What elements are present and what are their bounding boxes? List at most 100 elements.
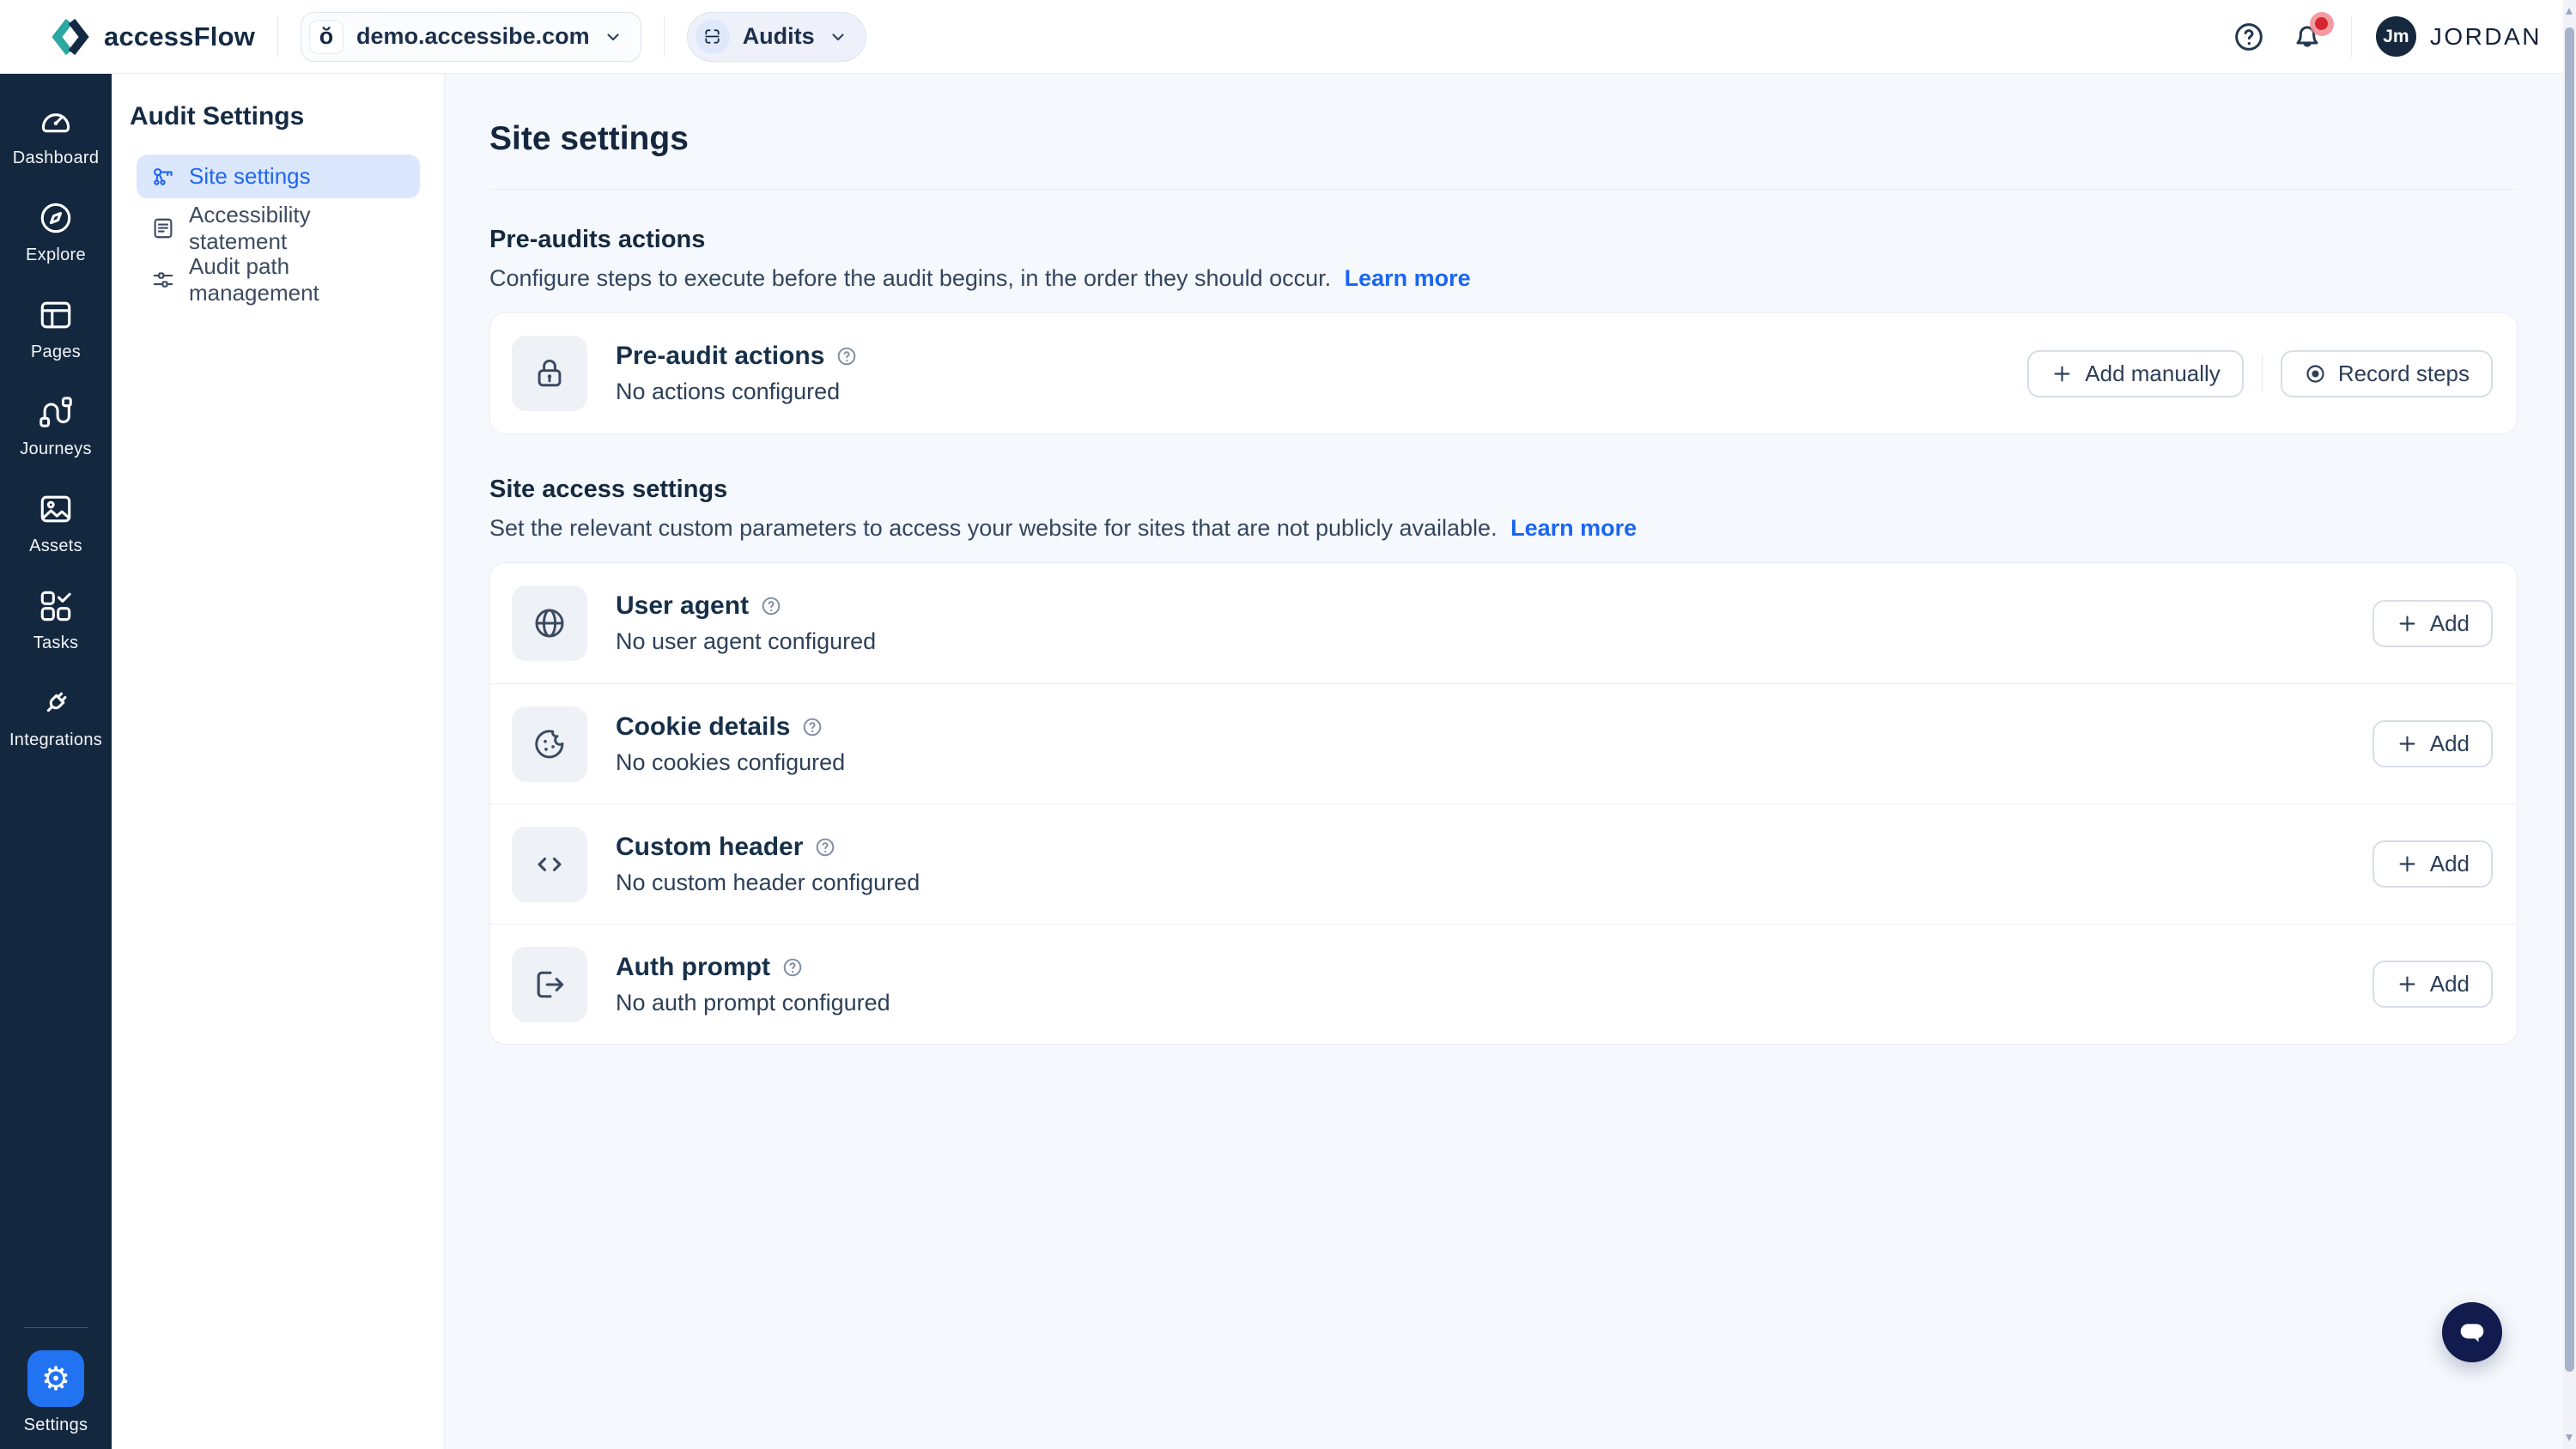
primary-sidebar: Dashboard Explore Pages Journeys [0, 74, 112, 1449]
button-label: Record steps [2338, 361, 2470, 387]
add-manually-button[interactable]: Add manually [2027, 350, 2244, 397]
scrollbar-up-arrow[interactable] [2566, 8, 2573, 15]
dashboard-gauge-icon [36, 101, 76, 141]
site-selector-value: demo.accessibe.com [356, 23, 590, 50]
pre-audits-section-description: Configure steps to execute before the au… [489, 265, 2518, 292]
add-user-agent-button[interactable]: Add [2372, 600, 2493, 647]
button-label: Add [2430, 851, 2470, 877]
settings-button[interactable]: ⚙ [27, 1350, 84, 1407]
panel-nav: Site settings Accessibility statement Au… [130, 155, 420, 301]
description-text: Set the relevant custom parameters to ac… [489, 515, 1498, 541]
button-label: Add [2430, 610, 2470, 637]
subnav-item-label: Site settings [189, 163, 311, 190]
auth-exit-icon [512, 947, 587, 1022]
sidebar-item-label: Pages [31, 343, 81, 362]
plus-icon [2050, 362, 2074, 385]
scrollbar-down-arrow[interactable] [2566, 1434, 2573, 1441]
site-access-card: User agent No user agent configured Add [489, 562, 2518, 1045]
sidebar-item-label: Integrations [9, 731, 102, 750]
sidebar-item-integrations[interactable]: Integrations [0, 683, 112, 750]
user-name[interactable]: JORDAN [2430, 23, 2542, 51]
add-cookie-button[interactable]: Add [2372, 720, 2493, 767]
auth-prompt-row: Auth prompt No auth prompt configured Ad… [490, 924, 2517, 1044]
subnav-item-site-settings[interactable]: Site settings [137, 155, 420, 198]
sliders-icon [150, 267, 176, 293]
pages-layout-icon [36, 295, 76, 335]
site-favicon: ŏ [309, 20, 343, 54]
sidebar-item-pages[interactable]: Pages [0, 295, 112, 362]
record-steps-button[interactable]: Record steps [2281, 350, 2493, 397]
sidebar-item-assets[interactable]: Assets [0, 489, 112, 556]
sidebar-item-label: Tasks [33, 634, 79, 653]
help-icon[interactable] [760, 595, 782, 617]
button-label: Add [2430, 971, 2470, 997]
button-label: Add [2430, 731, 2470, 757]
plus-icon [2396, 973, 2419, 996]
sidebar-item-dashboard[interactable]: Dashboard [0, 101, 112, 168]
add-auth-prompt-button[interactable]: Add [2372, 961, 2493, 1008]
panel-title: Audit Settings [130, 102, 420, 131]
help-icon[interactable] [781, 956, 804, 979]
top-bar: accessFlow ŏ demo.accessibe.com Audits [0, 0, 2576, 74]
plus-icon [2396, 852, 2419, 876]
tasks-check-icon [36, 586, 76, 626]
row-status: No custom header configured [616, 870, 920, 896]
sidebar-item-journeys[interactable]: Journeys [0, 392, 112, 459]
help-circle-icon [2232, 20, 2266, 54]
brand-name: accessFlow [104, 21, 255, 52]
avatar[interactable]: Jm [2376, 16, 2416, 57]
section-selector-dropdown[interactable]: Audits [687, 12, 866, 62]
learn-more-link[interactable]: Learn more [1345, 265, 1471, 291]
help-icon[interactable] [801, 716, 823, 738]
help-icon[interactable] [835, 345, 858, 367]
code-icon [512, 827, 587, 902]
lock-icon [512, 336, 587, 411]
row-actions: Add manually Record steps [2027, 350, 2493, 397]
pre-audit-actions-card: Pre-audit actions No actions configured [489, 312, 2518, 434]
sidebar-item-label: Explore [26, 246, 86, 265]
subnav-item-label: Audit path management [189, 253, 406, 306]
scrollbar-thumb[interactable] [2565, 27, 2574, 1372]
subnav-item-audit-path-management[interactable]: Audit path management [137, 258, 420, 301]
subnav-item-accessibility-statement[interactable]: Accessibility statement [137, 206, 420, 250]
divider [664, 16, 665, 58]
sidebar-item-explore[interactable]: Explore [0, 198, 112, 265]
sidebar-bottom: ⚙ Settings [0, 1327, 112, 1449]
accessflow-logo-icon [48, 15, 93, 59]
help-icon[interactable] [814, 836, 836, 858]
row-title: Auth prompt [616, 953, 770, 982]
sidebar-item-label[interactable]: Settings [24, 1416, 88, 1435]
sidebar-item-tasks[interactable]: Tasks [0, 586, 112, 653]
row-status: No cookies configured [616, 749, 845, 776]
sidebar-item-label: Assets [29, 537, 82, 556]
divider [277, 16, 278, 58]
chevron-down-icon [603, 27, 623, 47]
add-custom-header-button[interactable]: Add [2372, 840, 2493, 888]
row-title: Cookie details [616, 712, 790, 742]
plus-icon [2396, 732, 2419, 755]
learn-more-link[interactable]: Learn more [1510, 515, 1637, 541]
cookie-details-row: Cookie details No cookies configured Add [490, 683, 2517, 803]
chat-widget-button[interactable] [2442, 1302, 2502, 1362]
help-button[interactable] [2229, 17, 2269, 57]
scrollbar[interactable] [2563, 0, 2576, 1449]
sidebar-item-label: Dashboard [13, 149, 100, 168]
notifications-button[interactable] [2287, 17, 2327, 57]
sidebar-item-label: Journeys [20, 440, 92, 459]
section-selector-value: Audits [743, 23, 815, 50]
divider [2351, 16, 2352, 58]
site-selector-dropdown[interactable]: ŏ demo.accessibe.com [301, 12, 641, 62]
app-window: accessFlow ŏ demo.accessibe.com Audits [0, 0, 2576, 1449]
scan-icon [696, 20, 730, 54]
record-icon [2304, 362, 2327, 385]
chat-bubble-icon [2455, 1315, 2489, 1349]
integrations-plug-icon [36, 683, 76, 723]
divider [2262, 355, 2263, 392]
description-text: Configure steps to execute before the au… [489, 265, 1331, 291]
row-status: No user agent configured [616, 628, 876, 655]
audit-settings-panel: Audit Settings Site settings Accessibili… [112, 74, 445, 1449]
journeys-route-icon [36, 392, 76, 432]
chevron-down-icon [828, 27, 848, 47]
brand-logo[interactable]: accessFlow [48, 15, 255, 59]
site-access-section-description: Set the relevant custom parameters to ac… [489, 515, 2518, 542]
